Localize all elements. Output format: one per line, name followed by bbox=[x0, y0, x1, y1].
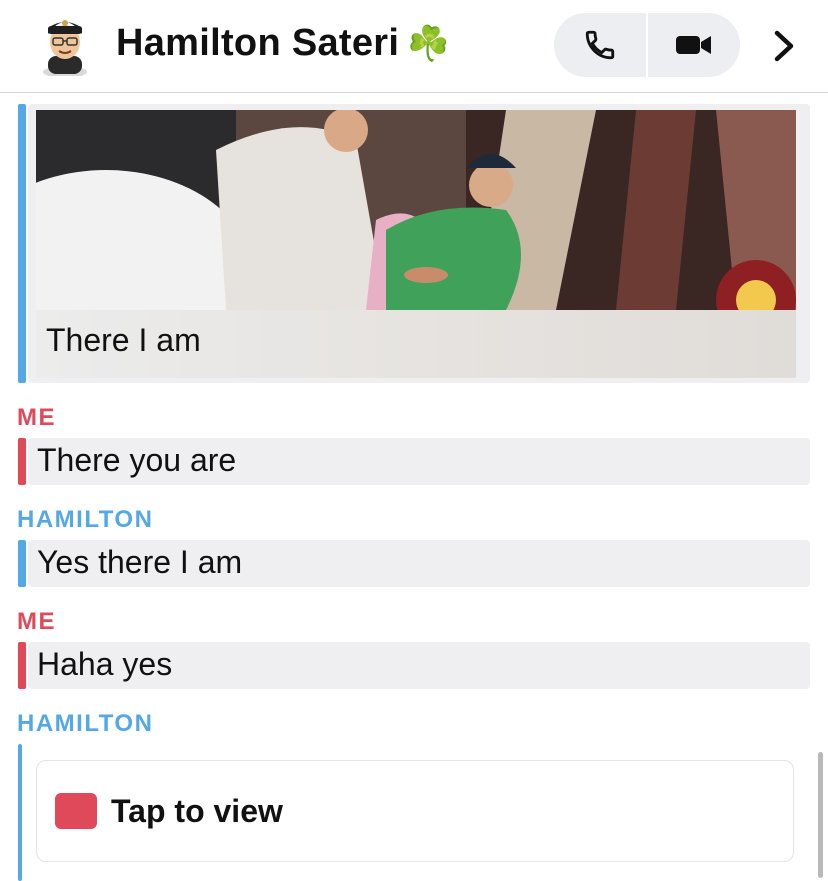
sender-bar-me bbox=[18, 642, 26, 689]
shamrock-emoji: ☘️ bbox=[407, 25, 450, 63]
message-text: Yes there I am bbox=[37, 544, 243, 580]
message-text: Haha yes bbox=[37, 646, 173, 682]
sender-label-me: ME bbox=[17, 608, 56, 635]
voice-call-button[interactable] bbox=[554, 13, 646, 77]
message-text: There you are bbox=[37, 442, 237, 478]
contact-name[interactable]: Hamilton Sateri ☘️ bbox=[116, 20, 450, 67]
sender-label-me: ME bbox=[17, 404, 56, 431]
sender-bar-hamilton bbox=[18, 744, 22, 881]
chevron-right-icon[interactable] bbox=[770, 28, 798, 64]
text-message-bubble[interactable]: There you are bbox=[28, 438, 810, 485]
scrollbar[interactable] bbox=[818, 752, 823, 878]
video-camera-icon bbox=[676, 36, 711, 54]
sender-label-hamilton: HAMILTON bbox=[17, 506, 154, 533]
unopened-snap-icon bbox=[55, 793, 97, 829]
photo-caption: There I am bbox=[46, 322, 201, 358]
chat-header: Hamilton Sateri ☘️ bbox=[0, 0, 828, 93]
contact-name-text: Hamilton Sateri bbox=[116, 22, 400, 64]
photo-caption-strip: There I am bbox=[36, 310, 796, 378]
party-photo bbox=[36, 110, 796, 310]
text-message-bubble[interactable]: Yes there I am bbox=[28, 540, 810, 587]
call-buttons bbox=[554, 13, 740, 77]
phone-icon bbox=[585, 30, 615, 60]
photo-message[interactable]: There I am bbox=[36, 110, 796, 378]
snap-label: Tap to view bbox=[111, 793, 283, 829]
sender-bar-hamilton bbox=[18, 540, 26, 587]
video-call-button[interactable] bbox=[648, 13, 740, 77]
sender-bar-me bbox=[18, 438, 26, 485]
bitmoji-avatar[interactable] bbox=[40, 12, 90, 78]
snap-message[interactable]: Tap to view bbox=[36, 760, 794, 862]
sender-label-hamilton: HAMILTON bbox=[17, 710, 154, 737]
sender-bar-hamilton bbox=[18, 104, 26, 383]
text-message-bubble[interactable]: Haha yes bbox=[28, 642, 810, 689]
